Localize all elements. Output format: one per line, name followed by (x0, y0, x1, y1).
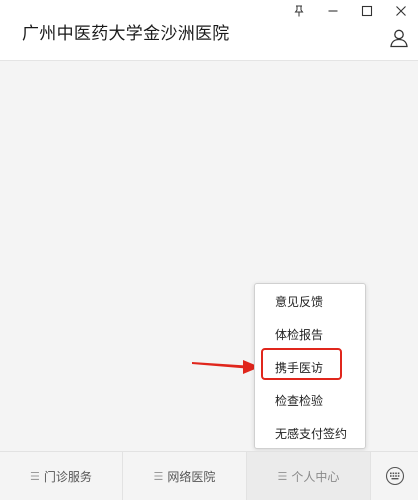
tab-personal-center[interactable]: ☰ 个人中心 (247, 452, 371, 500)
menu-item-exam-results[interactable]: 检查检验 (255, 389, 365, 413)
arrow-annotation (192, 360, 260, 374)
maximize-icon (361, 5, 373, 17)
menu-icon: ☰ (153, 469, 164, 483)
maximize-button[interactable] (350, 0, 384, 22)
window-controls (282, 0, 418, 22)
keyboard-button[interactable] (371, 452, 418, 500)
tab-label: 门诊服务 (43, 469, 92, 484)
keyboard-icon (385, 466, 404, 486)
tab-label: 网络医院 (167, 469, 216, 484)
menu-icon: ☰ (30, 469, 40, 483)
menu-icon: ☰ (277, 469, 288, 483)
user-icon (390, 29, 408, 48)
pin-icon (294, 5, 304, 17)
close-button[interactable] (384, 0, 418, 22)
app-window: 广州中医药大学金沙洲医院 意见反馈 体检报告 携手医访 检查检验 无感支付签约 … (0, 0, 418, 500)
personal-center-popup-menu: 意见反馈 体检报告 携手医访 检查检验 无感支付签约 (254, 283, 366, 449)
tab-label: 个人中心 (291, 469, 340, 484)
tab-online-hospital[interactable]: ☰ 网络医院 (123, 452, 247, 500)
tab-outpatient-service[interactable]: ☰ 门诊服务 (0, 452, 123, 500)
menu-item-medical-visit[interactable]: 携手医访 (255, 356, 365, 380)
user-button[interactable] (388, 27, 410, 49)
menu-item-physical-report[interactable]: 体检报告 (255, 323, 365, 347)
close-icon (396, 6, 406, 16)
minimize-icon (328, 10, 338, 12)
header-bar: 广州中医药大学金沙洲医院 (0, 0, 418, 61)
menu-item-payment-signing[interactable]: 无感支付签约 (255, 422, 365, 446)
bottom-nav-bar: ☰ 门诊服务 ☰ 网络医院 ☰ 个人中心 (0, 451, 418, 500)
menu-item-feedback[interactable]: 意见反馈 (255, 290, 365, 314)
pin-button[interactable] (282, 0, 316, 22)
minimize-button[interactable] (316, 0, 350, 22)
page-title: 广州中医药大学金沙洲医院 (22, 24, 230, 44)
